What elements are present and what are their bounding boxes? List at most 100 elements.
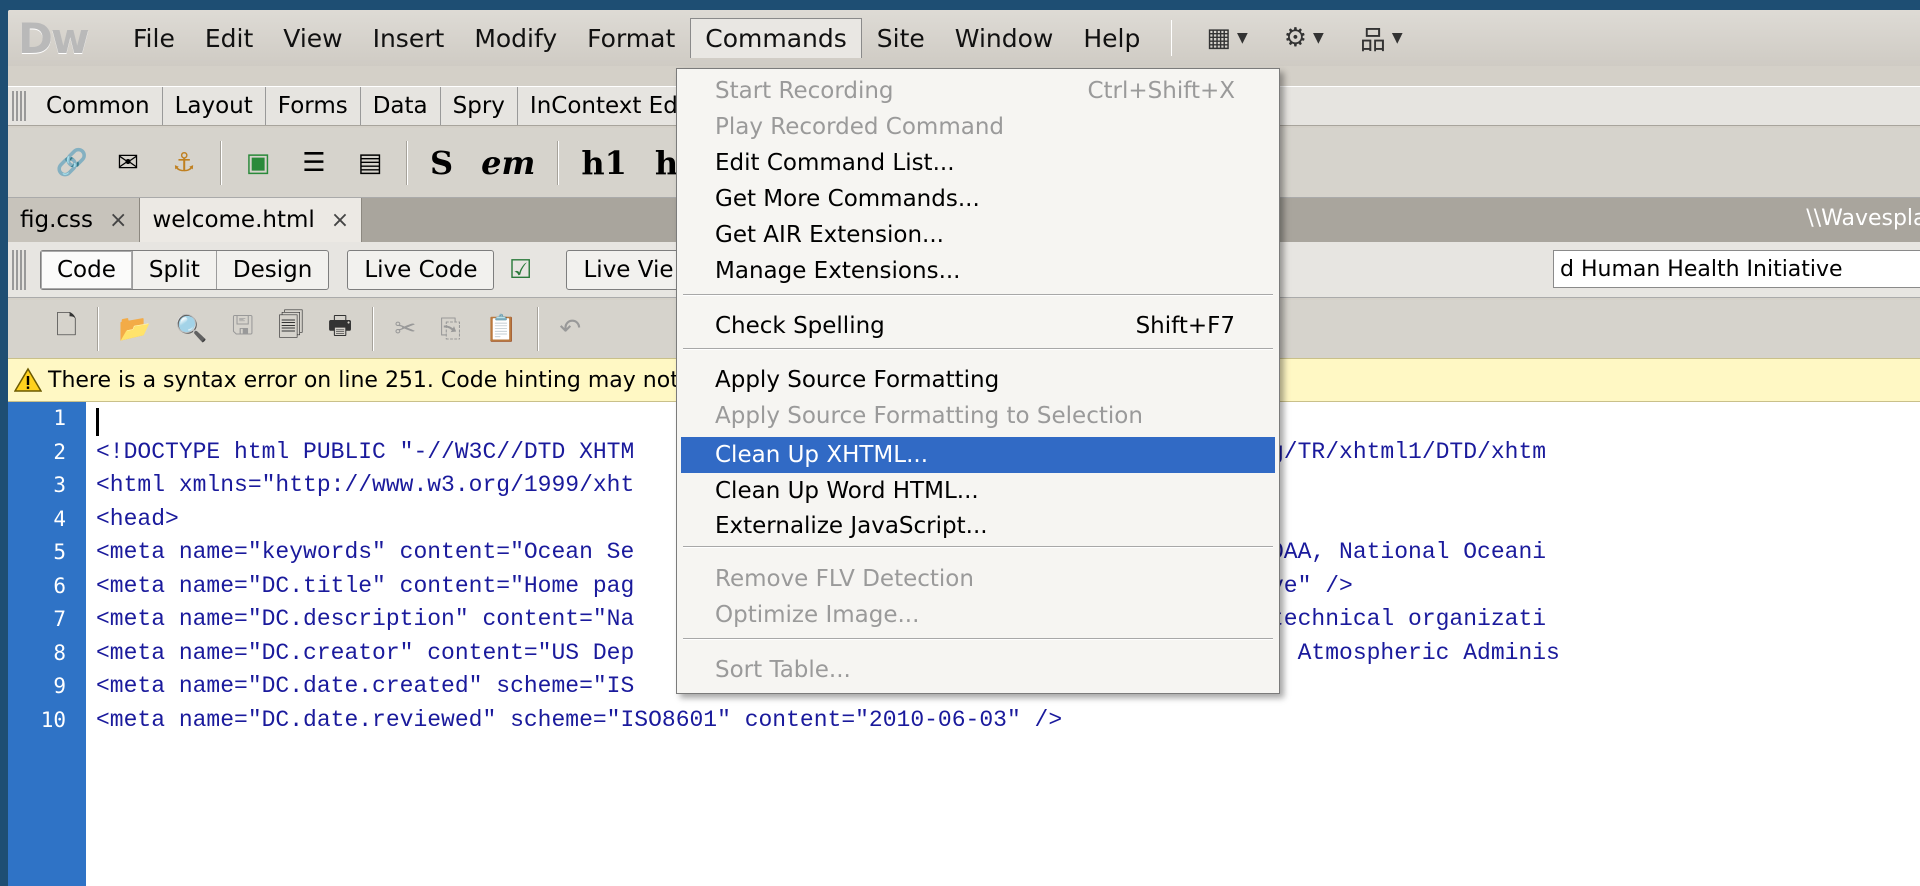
paste-icon[interactable]: 📋 bbox=[485, 314, 517, 344]
toolbar-separator bbox=[557, 140, 560, 185]
document-path: \\Wavesplas bbox=[1806, 206, 1920, 231]
menu-site[interactable]: Site bbox=[862, 18, 940, 59]
menu-item-clean-up-word-html[interactable]: Clean Up Word HTML... bbox=[681, 473, 1275, 509]
warning-text: There is a syntax error on line 251. Cod… bbox=[48, 367, 718, 393]
menu-item-check-spelling[interactable]: Check Spelling Shift+F7 bbox=[681, 308, 1275, 344]
line-number: 6 bbox=[53, 573, 66, 598]
menu-item-edit-command-list[interactable]: Edit Command List... bbox=[681, 145, 1275, 181]
close-icon[interactable]: × bbox=[109, 208, 127, 233]
table-icon[interactable]: ▤ bbox=[352, 145, 388, 181]
menu-item-get-more-commands[interactable]: Get More Commands... bbox=[681, 181, 1275, 217]
menu-item-shortcut: Ctrl+Shift+X bbox=[1087, 78, 1235, 104]
line-number: 10 bbox=[40, 707, 66, 732]
menu-separator bbox=[683, 638, 1273, 640]
line-number: 8 bbox=[53, 640, 66, 665]
line-number: 3 bbox=[53, 473, 66, 497]
live-view-button[interactable]: Live Vie bbox=[566, 249, 691, 290]
toolbar-separator bbox=[406, 140, 408, 185]
split-view-button[interactable]: Split bbox=[133, 250, 217, 289]
menu-edit[interactable]: Edit bbox=[190, 18, 268, 59]
validate-icon[interactable]: ☑ bbox=[502, 252, 538, 288]
tab-spry[interactable]: Spry bbox=[441, 87, 518, 125]
menu-item-label: Clean Up Word HTML... bbox=[715, 478, 979, 504]
named-anchor-icon[interactable]: ⚓ bbox=[166, 145, 202, 181]
menu-item-label: Sort Table... bbox=[715, 657, 851, 683]
menu-item-optimize-image[interactable]: Optimize Image... bbox=[681, 597, 1275, 633]
copy-icon[interactable]: ⎘ bbox=[440, 314, 461, 345]
new-document-icon[interactable]: 🗋 bbox=[56, 307, 77, 351]
browse-bridge-icon[interactable]: 🔍 bbox=[175, 314, 207, 344]
save-all-icon[interactable]: 🗐 bbox=[278, 307, 304, 351]
menu-help[interactable]: Help bbox=[1068, 18, 1155, 59]
menu-item-label: Clean Up XHTML... bbox=[715, 442, 929, 468]
text-caret bbox=[96, 408, 99, 436]
print-icon[interactable]: 🖶 bbox=[328, 307, 353, 351]
doc-tab-welcome-html[interactable]: welcome.html × bbox=[140, 198, 363, 242]
cut-icon[interactable]: ✂ bbox=[394, 314, 416, 344]
menu-separator bbox=[1171, 20, 1173, 56]
email-link-icon[interactable]: ✉ bbox=[110, 145, 146, 181]
menu-item-externalize-javascript[interactable]: Externalize JavaScript... bbox=[681, 508, 1275, 544]
tab-common[interactable]: Common bbox=[34, 87, 163, 125]
design-view-button[interactable]: Design bbox=[217, 251, 328, 289]
menu-item-label: Optimize Image... bbox=[715, 602, 920, 628]
view-mode-group: Code Split Design bbox=[40, 249, 330, 290]
menu-window[interactable]: Window bbox=[940, 18, 1069, 59]
menu-separator bbox=[683, 348, 1273, 350]
horizontal-rule-icon[interactable]: ☰ bbox=[296, 145, 332, 181]
menu-view[interactable]: View bbox=[268, 18, 357, 59]
menu-item-remove-flv-detection[interactable]: Remove FLV Detection bbox=[681, 561, 1275, 597]
strong-button[interactable]: S bbox=[430, 144, 453, 182]
menu-item-clean-up-xhtml[interactable]: Clean Up XHTML... bbox=[681, 437, 1275, 473]
warning-icon bbox=[14, 367, 42, 393]
line-number: 1 bbox=[53, 406, 66, 430]
commands-dropdown-menu: Start Recording Ctrl+Shift+X Play Recorded… bbox=[676, 68, 1280, 694]
line-number: 9 bbox=[53, 674, 66, 698]
layout-icon[interactable]: ▦ ▼ bbox=[1206, 23, 1247, 53]
menu-file[interactable]: File bbox=[118, 18, 190, 59]
doc-tab-fig-css[interactable]: fig.css × bbox=[8, 198, 141, 242]
menu-separator bbox=[683, 294, 1273, 296]
hyperlink-icon[interactable]: 🔗 bbox=[54, 145, 90, 181]
code-line-fragment: ve" /> bbox=[1270, 572, 1353, 599]
undo-icon[interactable]: ↶ bbox=[559, 314, 581, 344]
toolbar-separator bbox=[372, 307, 375, 351]
menu-item-play-recorded-command[interactable]: Play Recorded Command bbox=[681, 109, 1275, 145]
tab-layout[interactable]: Layout bbox=[163, 87, 266, 125]
line-number: 7 bbox=[53, 607, 66, 631]
code-line: <html xmlns="http://www.w3.org/1999/xht bbox=[96, 472, 635, 498]
code-line-fragment: technical organizati bbox=[1270, 606, 1547, 632]
menu-item-sort-table[interactable]: Sort Table... bbox=[681, 652, 1275, 688]
close-icon[interactable]: × bbox=[331, 208, 349, 233]
site-icon[interactable]: 品 ▼ bbox=[1360, 20, 1403, 57]
menu-insert[interactable]: Insert bbox=[358, 18, 460, 59]
menu-item-apply-source-formatting-to-selection[interactable]: Apply Source Formatting to Selection bbox=[681, 398, 1275, 434]
menu-modify[interactable]: Modify bbox=[459, 18, 572, 59]
h1-button[interactable]: h1 bbox=[581, 144, 627, 182]
gear-icon[interactable]: ⚙ ▼ bbox=[1284, 23, 1324, 53]
grip-handle[interactable] bbox=[12, 249, 26, 290]
save-icon[interactable]: 🖫 bbox=[232, 307, 254, 351]
live-code-button[interactable]: Live Code bbox=[347, 249, 495, 290]
dreamweaver-window: Dw File Edit View Insert Modify Format C… bbox=[8, 10, 1920, 886]
menu-item-start-recording[interactable]: Start Recording Ctrl+Shift+X bbox=[681, 73, 1275, 109]
open-icon[interactable]: 📂 bbox=[119, 314, 151, 344]
menu-item-manage-extensions[interactable]: Manage Extensions... bbox=[681, 253, 1275, 289]
menu-item-label: Get AIR Extension... bbox=[715, 222, 944, 248]
tab-data[interactable]: Data bbox=[361, 87, 441, 125]
tab-forms[interactable]: Forms bbox=[266, 87, 361, 125]
menu-item-apply-source-formatting[interactable]: Apply Source Formatting bbox=[681, 362, 1275, 398]
menu-format[interactable]: Format bbox=[572, 18, 690, 59]
menu-item-get-air-extension[interactable]: Get AIR Extension... bbox=[681, 217, 1275, 253]
doc-tab-label: welcome.html bbox=[152, 207, 315, 233]
code-line-fragment: OAA, National Oceani bbox=[1270, 539, 1547, 565]
em-button[interactable]: em bbox=[481, 144, 535, 182]
menu-item-label: Apply Source Formatting bbox=[715, 367, 1000, 393]
grip-handle[interactable] bbox=[12, 91, 26, 121]
image-icon[interactable]: ▣ bbox=[240, 145, 276, 181]
menu-commands[interactable]: Commands bbox=[690, 18, 862, 58]
title-field[interactable]: d Human Health Initiative bbox=[1553, 250, 1920, 288]
code-view-button[interactable]: Code bbox=[41, 250, 133, 289]
line-number: 4 bbox=[53, 506, 66, 531]
toolbar-separator bbox=[537, 307, 540, 351]
